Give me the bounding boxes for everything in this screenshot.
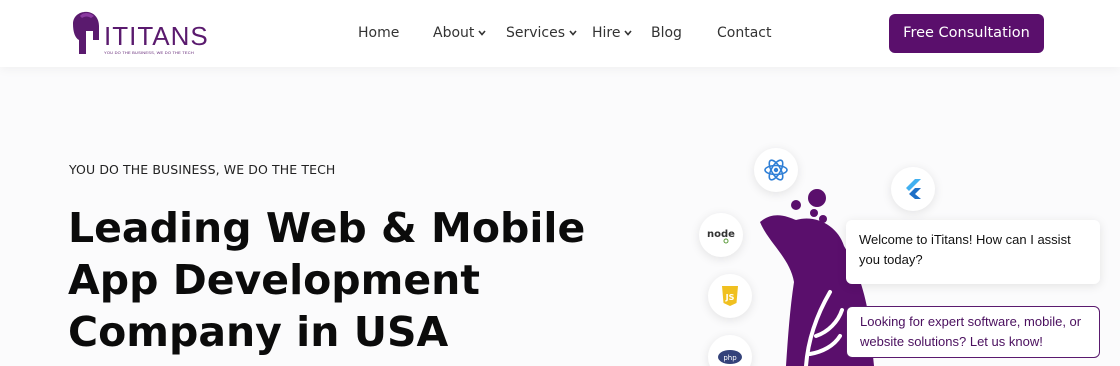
chevron-down-icon (569, 30, 577, 36)
svg-text:node: node (707, 229, 735, 240)
hero-eyebrow: YOU DO THE BUSINESS, WE DO THE TECH (69, 162, 336, 177)
chevron-down-icon (478, 30, 487, 36)
flutter-icon (891, 167, 935, 211)
js-icon: JS (708, 274, 752, 318)
chevron-down-icon (624, 30, 633, 36)
logo-tagline: YOU DO THE BUSINESS, WE DO THE TECH (104, 50, 194, 55)
nav-services[interactable]: Services (506, 22, 577, 44)
site-logo[interactable]: ITITANS YOU DO THE BUSINESS, WE DO THE T… (67, 10, 208, 58)
chat-greeting-message: Welcome to iTitans! How can I assist you… (846, 220, 1100, 284)
nav-hire[interactable]: Hire (592, 22, 633, 44)
react-icon (754, 148, 798, 192)
nav-blog[interactable]: Blog (651, 22, 682, 44)
node-icon: node (699, 213, 743, 257)
svg-text:JS: JS (725, 293, 735, 302)
chat-prompt-message[interactable]: Looking for expert software, mobile, or … (846, 306, 1100, 358)
spartan-helmet-icon (73, 11, 99, 55)
site-header: ITITANS YOU DO THE BUSINESS, WE DO THE T… (0, 0, 1120, 67)
nav-home[interactable]: Home (358, 22, 399, 44)
nav-about[interactable]: About (433, 22, 487, 44)
headline-line: Company in USA (68, 308, 449, 356)
nav-contact[interactable]: Contact (717, 22, 771, 44)
headline-line: App Development (68, 256, 480, 304)
free-consultation-button[interactable]: Free Consultation (889, 14, 1044, 53)
hero-headline: Leading Web & Mobile App Development Com… (68, 202, 588, 358)
logo-wordmark: ITITANS (104, 21, 209, 51)
svg-text:php: php (723, 354, 737, 362)
headline-line: Leading Web & Mobile (68, 204, 586, 252)
